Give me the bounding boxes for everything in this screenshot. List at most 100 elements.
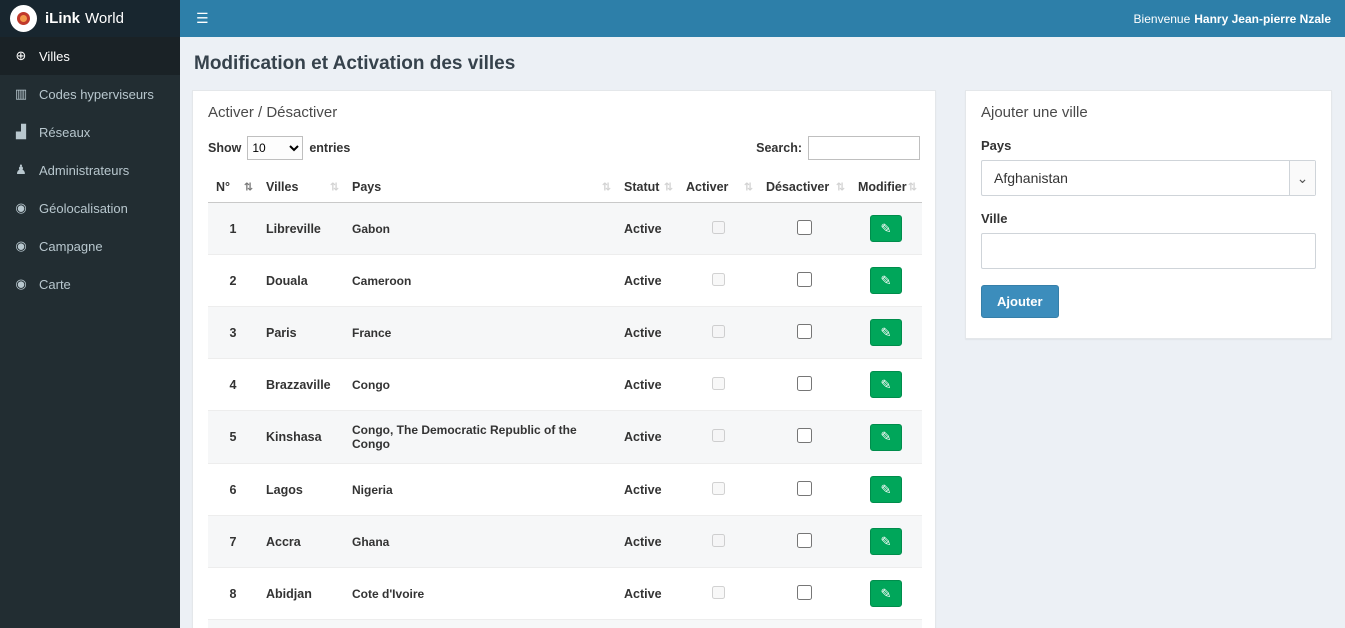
cell-num: 2 bbox=[208, 254, 258, 307]
cell-ville: Accra bbox=[258, 515, 344, 568]
desactiver-checkbox[interactable] bbox=[796, 428, 812, 443]
cell-statut: Active bbox=[616, 306, 678, 359]
edit-button[interactable]: ✎ bbox=[870, 319, 902, 346]
brand-bold-text: iLink bbox=[45, 10, 81, 27]
hamburger-menu-icon[interactable]: ☰ bbox=[180, 0, 225, 37]
cell-pays: Gabon bbox=[344, 202, 616, 255]
cell-ville: Douala bbox=[258, 254, 344, 307]
column-header-6[interactable]: Désactiver ⇅ bbox=[758, 172, 850, 203]
cell-num: 6 bbox=[208, 463, 258, 516]
cell-statut: Active bbox=[616, 358, 678, 411]
cell-ville: Kinshasa bbox=[258, 410, 344, 464]
cell-pays: Cameroon bbox=[344, 254, 616, 307]
user-menu[interactable]: Bienvenue Hanry Jean-pierre Nzale bbox=[1134, 12, 1345, 26]
cell-num: 9 bbox=[208, 619, 258, 628]
desactiver-checkbox[interactable] bbox=[796, 375, 812, 391]
app-brand[interactable]: iLink World bbox=[0, 0, 180, 37]
edit-button[interactable]: ✎ bbox=[870, 267, 902, 294]
sidebar-item-carte[interactable]: ◉ Carte bbox=[0, 265, 180, 303]
edit-icon: ✎ bbox=[880, 533, 892, 549]
column-header-label: Modifier bbox=[858, 180, 907, 194]
desactiver-checkbox[interactable] bbox=[796, 219, 812, 235]
sidebar-item-label: Villes bbox=[39, 48, 70, 64]
edit-button[interactable]: ✎ bbox=[870, 423, 902, 451]
sort-icon[interactable]: ⇅ bbox=[244, 181, 253, 194]
ville-label: Ville bbox=[981, 211, 1008, 226]
bar-chart-icon: ▟ bbox=[16, 124, 26, 139]
pays-select[interactable]: Afghanistan bbox=[981, 160, 1316, 196]
cell-statut: Active bbox=[616, 567, 678, 620]
cell-ville: Lagos bbox=[258, 463, 344, 516]
edit-button[interactable]: ✎ bbox=[870, 476, 902, 503]
edit-icon: ✎ bbox=[880, 272, 892, 288]
column-header-7[interactable]: Modifier ⇅ bbox=[850, 172, 922, 203]
add-panel-title: Ajouter une ville bbox=[981, 104, 1088, 121]
column-header-4[interactable]: Statut ⇅ bbox=[616, 172, 678, 203]
column-header-label: Activer bbox=[686, 180, 729, 194]
activer-checkbox[interactable] bbox=[711, 585, 725, 599]
table-row: 7 Accra Ghana Active ✎ bbox=[208, 515, 922, 568]
sidebar-item-villes[interactable]: ⊕ Villes bbox=[0, 37, 180, 75]
sidebar-item-administrateurs[interactable]: ♟ Administrateurs bbox=[0, 151, 180, 189]
map-pin-icon: ◉ bbox=[15, 276, 27, 291]
edit-icon: ✎ bbox=[880, 376, 892, 392]
page-title: Modification et Activation des villes bbox=[194, 53, 516, 74]
desactiver-checkbox[interactable] bbox=[796, 584, 812, 600]
sidebar-item-reseaux[interactable]: ▟ Réseaux bbox=[0, 113, 180, 151]
activer-checkbox[interactable] bbox=[711, 324, 725, 338]
activer-checkbox[interactable] bbox=[711, 429, 725, 442]
barcode-icon: ▥ bbox=[14, 86, 28, 101]
table-controls: Show 10 entries Search: bbox=[193, 132, 935, 172]
activer-checkbox[interactable] bbox=[711, 481, 725, 495]
edit-button[interactable]: ✎ bbox=[870, 580, 902, 607]
column-header-5[interactable]: Activer ⇅ bbox=[678, 172, 758, 203]
sidebar-item-codes-hyperviseurs[interactable]: ▥ Codes hyperviseurs bbox=[0, 75, 180, 113]
search-input[interactable] bbox=[808, 136, 920, 160]
globe-icon: ⊕ bbox=[15, 48, 27, 63]
sidebar-item-campagne[interactable]: ◉ Campagne bbox=[0, 227, 180, 265]
sort-icon[interactable]: ⇅ bbox=[664, 181, 673, 194]
ville-input[interactable] bbox=[981, 233, 1316, 269]
column-header-2[interactable]: Villes ⇅ bbox=[258, 172, 344, 203]
sidebar-item-geolocalisation[interactable]: ◉ Géolocalisation bbox=[0, 189, 180, 227]
edit-button[interactable]: ✎ bbox=[870, 528, 902, 555]
sort-icon[interactable]: ⇅ bbox=[908, 181, 917, 194]
activer-checkbox[interactable] bbox=[711, 220, 725, 234]
activer-checkbox[interactable] bbox=[711, 272, 725, 286]
cell-ville: Brazzaville bbox=[258, 358, 344, 411]
user-name: Hanry Jean-pierre Nzale bbox=[1194, 11, 1331, 26]
page-length-select[interactable]: 10 bbox=[247, 136, 304, 160]
show-label: Show bbox=[208, 141, 242, 155]
desactiver-checkbox[interactable] bbox=[796, 480, 812, 496]
desactiver-checkbox[interactable] bbox=[796, 271, 812, 287]
cell-ville: Abidjan bbox=[258, 567, 344, 620]
cell-num: 8 bbox=[208, 567, 258, 620]
table-row: 5 Kinshasa Congo, The Democratic Republi… bbox=[208, 410, 922, 464]
cell-pays: Congo, The Democratic Republic of the Co… bbox=[344, 410, 616, 464]
edit-icon: ✎ bbox=[880, 429, 892, 444]
activer-checkbox[interactable] bbox=[711, 533, 725, 547]
sort-icon[interactable]: ⇅ bbox=[744, 181, 753, 194]
cell-pays: France bbox=[344, 306, 616, 359]
sidebar-item-label: Géolocalisation bbox=[39, 200, 128, 216]
cell-statut: Active bbox=[616, 515, 678, 568]
sort-icon[interactable]: ⇅ bbox=[330, 181, 339, 194]
villes-table: N° ⇅ Villes ⇅ Pays ⇅ Statut ⇅ Activer ⇅ … bbox=[208, 172, 922, 628]
edit-button[interactable]: ✎ bbox=[870, 215, 902, 242]
sort-icon[interactable]: ⇅ bbox=[836, 181, 845, 194]
activer-checkbox[interactable] bbox=[711, 376, 725, 390]
table-wrap: N° ⇅ Villes ⇅ Pays ⇅ Statut ⇅ Activer ⇅ … bbox=[193, 172, 935, 628]
table-row: 6 Lagos Nigeria Active ✎ bbox=[208, 463, 922, 516]
table-row: 9 Dakar Senegal Active ✎ bbox=[208, 619, 922, 628]
cell-statut: Active bbox=[616, 202, 678, 255]
edit-button[interactable]: ✎ bbox=[870, 371, 902, 398]
sidebar: ⊕ Villes ▥ Codes hyperviseurs ▟ Réseaux … bbox=[0, 37, 180, 628]
ajouter-button[interactable]: Ajouter bbox=[981, 285, 1059, 318]
desactiver-checkbox[interactable] bbox=[796, 323, 812, 339]
column-header-1[interactable]: N° ⇅ bbox=[208, 172, 258, 203]
column-header-label: Désactiver bbox=[766, 180, 830, 194]
table-panel-title: Activer / Désactiver bbox=[208, 104, 338, 121]
desactiver-checkbox[interactable] bbox=[796, 532, 812, 548]
sort-icon[interactable]: ⇅ bbox=[602, 181, 611, 194]
column-header-3[interactable]: Pays ⇅ bbox=[344, 172, 616, 203]
